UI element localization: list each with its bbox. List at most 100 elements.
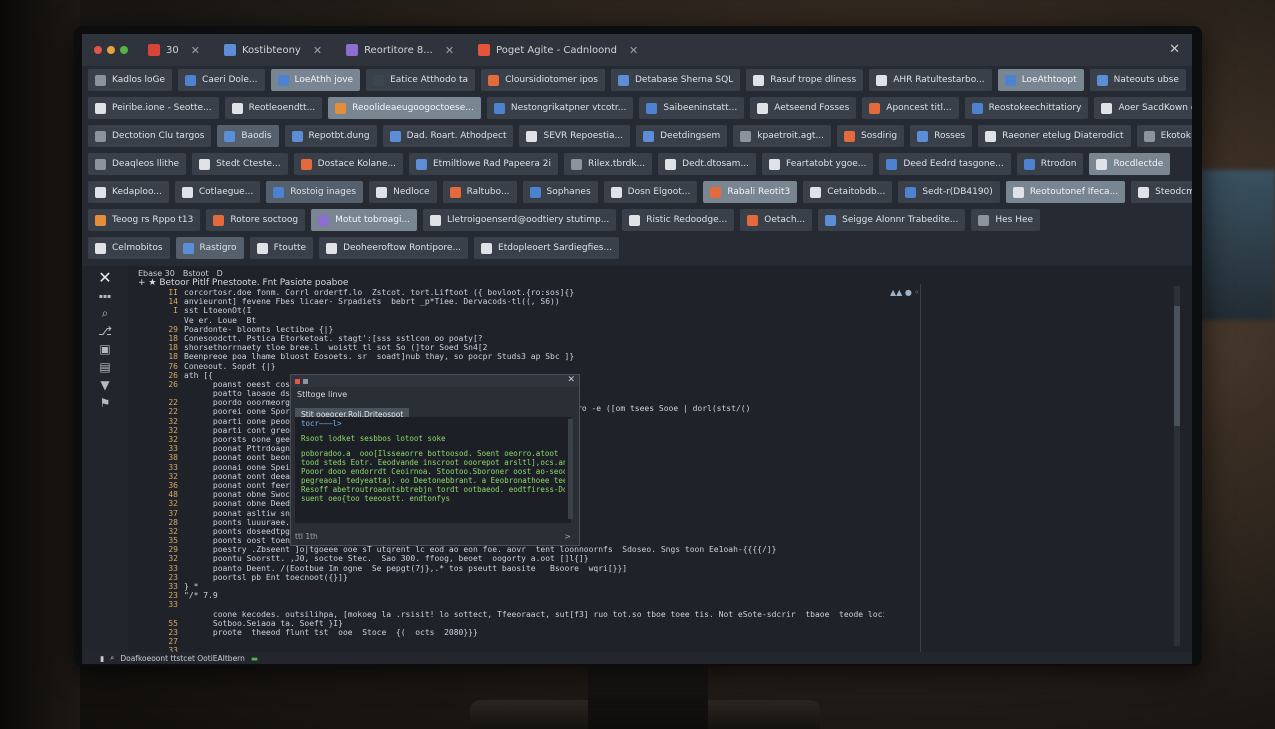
- filter-icon[interactable]: ▼: [82, 376, 128, 394]
- browser-tab-0[interactable]: 30 ✕: [138, 39, 210, 61]
- bookmark-item[interactable]: Hes Hee: [971, 209, 1041, 231]
- minimize-dot-icon[interactable]: [107, 46, 115, 54]
- bookmark-icon: [389, 130, 401, 142]
- bookmark-item[interactable]: Lletroigoenserd@oodtiery stutimp...: [423, 209, 617, 231]
- bookmark-item[interactable]: Dad. Roart. Athodpect: [382, 125, 514, 147]
- bookmark-item[interactable]: Rabali Reotit3: [703, 181, 798, 203]
- bookmark-item[interactable]: Nedloce: [369, 181, 437, 203]
- bookmark-item[interactable]: Celmobitos: [88, 237, 170, 259]
- bookmark-item[interactable]: Peiribe.ione - Seotte...: [88, 97, 219, 119]
- bookmark-item[interactable]: Reotoutonef Ifeca...: [1005, 181, 1126, 203]
- bookmark-item[interactable]: Rocdlectde: [1089, 153, 1171, 175]
- tab-close-icon[interactable]: ✕: [313, 44, 322, 57]
- editor-split-divider[interactable]: [920, 284, 921, 654]
- tab-close-icon[interactable]: ✕: [445, 44, 454, 57]
- bookmark-item[interactable]: Aoer SacdKown dolbe- ctoatbat tteoboc 23: [1094, 97, 1192, 119]
- bookmark-item[interactable]: Deed Eedrd tasgone...: [879, 153, 1011, 175]
- bookmark-item[interactable]: AHR Ratultestarbo...: [869, 69, 992, 91]
- bookmark-item[interactable]: SEVR Repoestia...: [519, 125, 631, 147]
- editor-file-title[interactable]: + ★ Betoor Pitlf Pnestoote. Fnt Pasiote …: [138, 278, 348, 288]
- extensions-icon[interactable]: ▤: [82, 358, 128, 376]
- bookmark-item[interactable]: Etmiltlowe Rad Papeera 2i: [408, 153, 559, 175]
- bookmark-item[interactable]: Nestongrikatpner vtcotr...: [486, 97, 634, 119]
- bookmark-item[interactable]: Teoog rs Rppo t13: [88, 209, 201, 231]
- bookmark-item[interactable]: Detabase Sherna SQL: [610, 69, 741, 91]
- search-icon[interactable]: ⌕: [110, 653, 114, 663]
- bookmark-item[interactable]: Deoheeroftow Rontipore...: [319, 237, 469, 259]
- bookmark-item[interactable]: Rtrodon: [1016, 153, 1084, 175]
- bookmark-item[interactable]: Cotlaegue...: [174, 181, 261, 203]
- tab-close-icon[interactable]: ✕: [629, 44, 638, 57]
- terminal-icon[interactable]: ▮: [100, 654, 104, 663]
- bookmark-item[interactable]: Reoolideaeugoogoctoese...: [328, 97, 481, 119]
- bookmark-item[interactable]: Dosn Elgoot...: [603, 181, 698, 203]
- source-control-icon[interactable]: ⎇: [82, 322, 128, 340]
- status-badge[interactable]: ▬: [251, 654, 258, 663]
- bookmark-item[interactable]: Rosses: [910, 125, 973, 147]
- editor-scrollbar-thumb[interactable]: [1174, 306, 1180, 426]
- close-editor-icon[interactable]: ✕: [82, 266, 128, 290]
- bookmark-item[interactable]: Baodis: [217, 125, 279, 147]
- bookmark-item[interactable]: Deaqleos llithe: [88, 153, 187, 175]
- tab-close-icon[interactable]: ✕: [191, 44, 200, 57]
- bookmark-item[interactable]: Deetdingsem: [636, 125, 728, 147]
- bookmark-item[interactable]: Ekotok: [1136, 125, 1192, 147]
- bookmark-item[interactable]: Kedaploo...: [88, 181, 169, 203]
- bookmark-item[interactable]: Saibeeninstatt...: [639, 97, 745, 119]
- bookmark-item[interactable]: LoeAthtoopt: [997, 69, 1084, 91]
- bookmark-item[interactable]: Feartatobt ygoe...: [762, 153, 874, 175]
- bookmark-item[interactable]: Dedt.dtosam...: [658, 153, 757, 175]
- bookmark-item[interactable]: Caeri Dole...: [178, 69, 265, 91]
- window-controls[interactable]: [94, 46, 128, 54]
- crumb-0[interactable]: Ebase 30: [138, 269, 175, 278]
- bookmark-item[interactable]: Raeoner etelug Diaterodict: [978, 125, 1131, 147]
- bookmark-item[interactable]: Sophanes: [522, 181, 598, 203]
- hover-popup[interactable]: ✕ Stltoge linve Stit ooeocer.Roli.Driteo…: [290, 374, 580, 546]
- bookmark-item[interactable]: Reostokeechittatiory: [964, 97, 1089, 119]
- close-dot-icon[interactable]: [94, 46, 102, 54]
- popup-close-icon[interactable]: ✕: [567, 375, 575, 385]
- bookmark-item[interactable]: Motut tobroagi...: [311, 209, 418, 231]
- browser-tab-3[interactable]: Poget Agite - Cadnloond ✕: [468, 39, 648, 61]
- bookmark-item[interactable]: Ftoutte: [249, 237, 314, 259]
- bookmark-item[interactable]: Rastigro: [175, 237, 244, 259]
- bookmark-item[interactable]: Etdopleoert Sardiegfies...: [474, 237, 620, 259]
- bookmark-item[interactable]: LoeAthh jove: [270, 69, 361, 91]
- bookmark-item[interactable]: Aponcest titl...: [862, 97, 959, 119]
- bookmark-item[interactable]: Raltubo...: [442, 181, 517, 203]
- browser-tab-2[interactable]: Reortitore 8... ✕: [336, 39, 464, 61]
- bookmark-item[interactable]: Sedt-r(DB4190): [898, 181, 1000, 203]
- bookmark-item[interactable]: Steodcm: [1131, 181, 1192, 203]
- bookmark-item[interactable]: Rasuf trope dliness: [746, 69, 864, 91]
- bookmark-item[interactable]: Rilex.tbrdk...: [564, 153, 653, 175]
- bookmark-item[interactable]: Eatice Atthodo ta: [366, 69, 476, 91]
- crumb-2[interactable]: D: [217, 269, 223, 278]
- bookmark-item[interactable]: Seigge Alonnr Trabedite...: [818, 209, 966, 231]
- popup-next-arrow-icon[interactable]: >: [564, 532, 571, 541]
- bookmark-item[interactable]: Dostace Kolane...: [293, 153, 403, 175]
- browser-tab-1[interactable]: Kostibteony ✕: [214, 39, 332, 61]
- bookmark-item[interactable]: Stedt Cteste...: [192, 153, 288, 175]
- bookmark-item[interactable]: Cetaitobdb...: [803, 181, 893, 203]
- bookmark-item[interactable]: Sosdirig: [837, 125, 905, 147]
- bookmark-item[interactable]: Reotleoendtt...: [224, 97, 323, 119]
- maximize-dot-icon[interactable]: [120, 46, 128, 54]
- bookmark-item[interactable]: Aetseend Fosses: [750, 97, 857, 119]
- bookmark-item[interactable]: Rotore soctoog: [206, 209, 306, 231]
- bookmark-item[interactable]: kpaetroit.agt...: [733, 125, 832, 147]
- close-window-icon[interactable]: ✕: [1169, 42, 1180, 57]
- crumb-1[interactable]: Bstoot: [183, 269, 209, 278]
- bookmark-item[interactable]: Nateouts ubse: [1089, 69, 1186, 91]
- explorer-icon[interactable]: ▪▪▪: [82, 290, 128, 304]
- pin-icon[interactable]: ⚑: [82, 394, 128, 412]
- bookmark-item[interactable]: Cloursidiotomer ipos: [481, 69, 605, 91]
- bookmark-item[interactable]: Kadlos loGe: [88, 69, 173, 91]
- bookmark-item[interactable]: Rostoig inages: [266, 181, 364, 203]
- search-icon[interactable]: ⌕: [82, 304, 128, 322]
- bookmark-item[interactable]: Oetach...: [740, 209, 813, 231]
- popup-scrollbar[interactable]: [568, 419, 573, 519]
- debug-icon[interactable]: ▣: [82, 340, 128, 358]
- bookmark-item[interactable]: Ristic Redoodge...: [622, 209, 735, 231]
- bookmark-item[interactable]: Repotbt.dung: [284, 125, 377, 147]
- bookmark-item[interactable]: Dectotion Clu targos: [88, 125, 212, 147]
